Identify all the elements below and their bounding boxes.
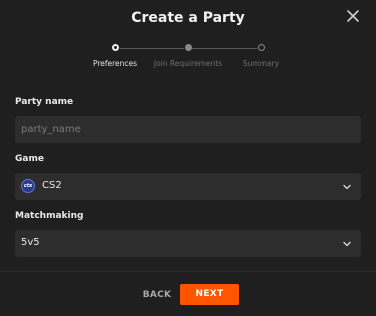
step-dot-join-requirements <box>185 44 192 51</box>
step-label-join-requirements: Join Requirements <box>153 59 223 68</box>
matchmaking-label: Matchmaking <box>15 211 84 221</box>
stepper-line <box>120 48 184 49</box>
game-select[interactable]: cts CS2 <box>15 173 361 200</box>
step-dot-preferences <box>112 44 119 51</box>
back-button[interactable]: BACK <box>139 284 175 306</box>
party-name-field <box>15 116 361 143</box>
game-select-value: CS2 <box>42 180 62 191</box>
footer-divider <box>0 271 376 272</box>
stepper: Preferences Join Requirements Summary <box>0 44 376 74</box>
chevron-down-icon <box>342 182 352 192</box>
close-icon[interactable] <box>346 9 360 23</box>
stepper-line <box>191 48 257 49</box>
cs2-game-icon: cts <box>21 179 35 193</box>
matchmaking-select[interactable]: 5v5 <box>15 230 361 257</box>
party-name-label: Party name <box>15 97 74 107</box>
step-dot-summary <box>258 44 265 51</box>
party-name-input[interactable] <box>15 116 361 143</box>
matchmaking-select-value: 5v5 <box>21 237 40 248</box>
game-label: Game <box>15 154 44 164</box>
create-party-dialog: Create a Party Preferences Join Requirem… <box>0 0 376 316</box>
next-button[interactable]: NEXT <box>180 284 239 305</box>
step-label-preferences: Preferences <box>92 59 138 68</box>
step-label-summary: Summary <box>242 59 280 68</box>
chevron-down-icon <box>342 239 352 249</box>
dialog-title: Create a Party <box>131 10 245 26</box>
